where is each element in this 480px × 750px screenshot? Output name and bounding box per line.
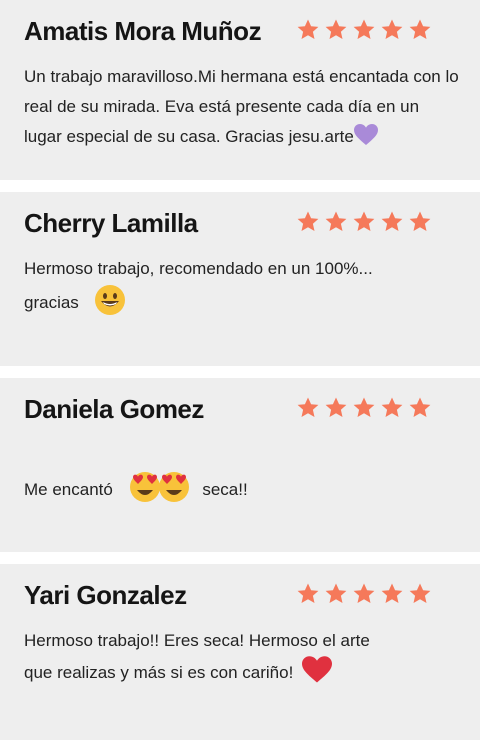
star-icon — [409, 583, 431, 603]
rating-stars — [296, 396, 432, 420]
star-icon — [353, 397, 375, 417]
review-text-line: Hermoso trabajo!! Eres seca! Hermoso el … — [24, 631, 370, 650]
review-text-body: Un trabajo maravilloso.Mi hermana está e… — [24, 67, 459, 146]
review-text-line: gracias — [24, 293, 79, 312]
review-card: Daniela Gomez Me encantó seca!! — [0, 378, 480, 552]
star-icon — [325, 211, 347, 231]
star-icon — [381, 211, 403, 231]
rating-stars — [296, 210, 432, 234]
star-icon — [381, 397, 403, 417]
red-heart-icon — [302, 656, 333, 683]
star-icon — [353, 583, 375, 603]
star-icon — [353, 19, 375, 39]
star-icon — [325, 583, 347, 603]
star-icon — [297, 211, 319, 231]
review-text-line: que realizas y más si es con cariño! — [24, 663, 294, 682]
reviewer-name: Yari Gonzalez — [24, 580, 187, 610]
review-text: Me encantó seca!! — [24, 470, 459, 505]
heart-eyes-face-icon — [129, 472, 189, 502]
star-icon — [325, 19, 347, 39]
purple-heart-icon — [353, 124, 378, 145]
star-icon — [297, 397, 319, 417]
review-card: Yari Gonzalez Hermoso trabajo!! Eres sec… — [0, 564, 480, 740]
star-icon — [297, 583, 319, 603]
review-text: Hermoso trabajo, recomendado en un 100%.… — [24, 254, 459, 318]
review-text-before: Me encantó — [24, 480, 113, 499]
review-text-line: Hermoso trabajo, recomendado en un 100%.… — [24, 259, 373, 278]
review-card: Amatis Mora Muñoz Un trabajo maravilloso… — [0, 0, 480, 180]
review-card: Cherry Lamilla Hermoso trabajo, recomend… — [0, 192, 480, 366]
reviewer-name: Daniela Gomez — [24, 394, 204, 424]
rating-stars — [296, 18, 432, 42]
reviewer-name: Cherry Lamilla — [24, 208, 198, 238]
star-icon — [409, 19, 431, 39]
review-text-after: seca!! — [202, 480, 248, 499]
rating-stars — [296, 582, 432, 606]
star-icon — [381, 19, 403, 39]
star-icon — [297, 19, 319, 39]
review-text: Un trabajo maravilloso.Mi hermana está e… — [24, 62, 459, 152]
star-icon — [353, 211, 375, 231]
smiley-face-icon — [94, 285, 125, 315]
star-icon — [381, 583, 403, 603]
review-text: Hermoso trabajo!! Eres seca! Hermoso el … — [24, 626, 459, 688]
star-icon — [409, 397, 431, 417]
star-icon — [325, 397, 347, 417]
reviewer-name: Amatis Mora Muñoz — [24, 16, 262, 46]
star-icon — [409, 211, 431, 231]
